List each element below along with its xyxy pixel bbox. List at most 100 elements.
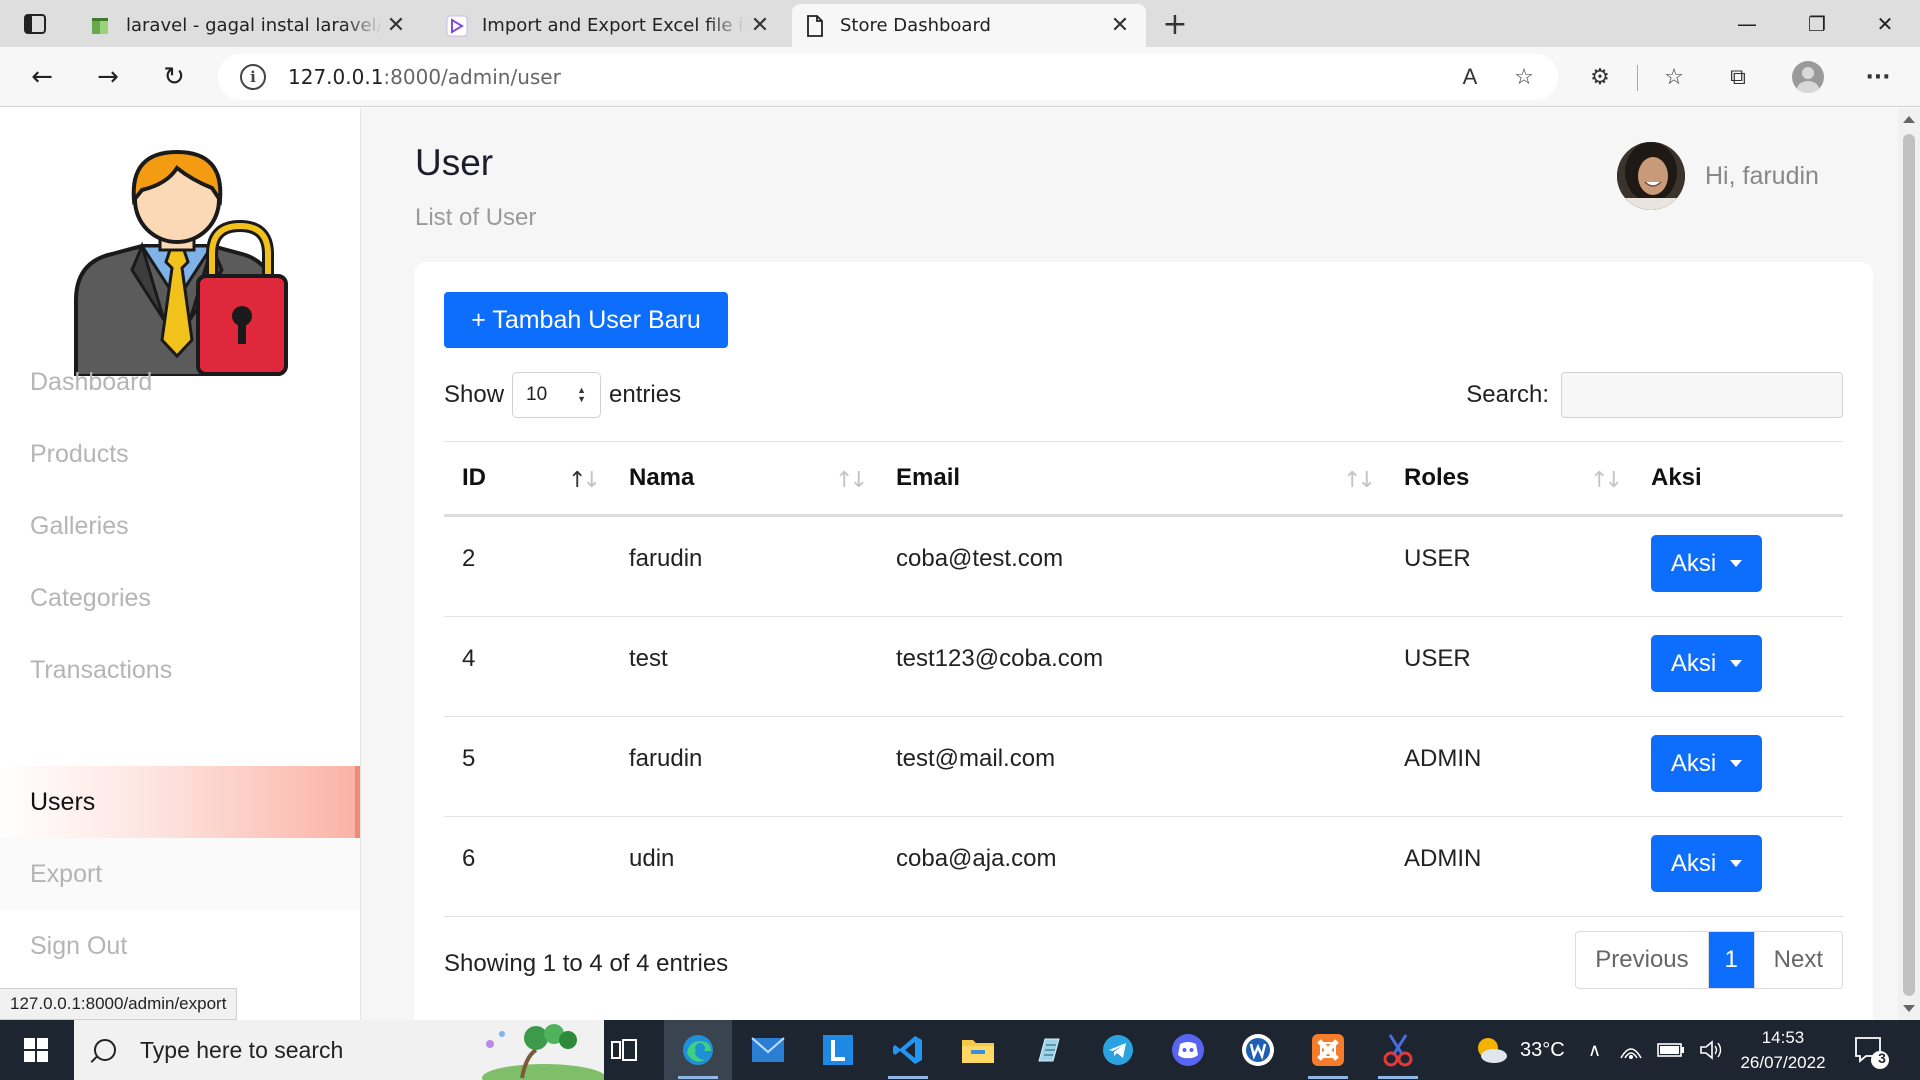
sidebar-item-galleries[interactable]: Galleries	[0, 490, 360, 562]
browser-tab-active[interactable]: Store Dashboard ✕	[792, 4, 1146, 47]
favorites-icon[interactable]: ☆	[1656, 59, 1692, 95]
aksi-label: Aksi	[1670, 649, 1717, 677]
volume-icon[interactable]	[1699, 1040, 1723, 1060]
entries-select[interactable]: 10 ▲ ▼	[512, 372, 602, 418]
url-text: 127.0.0.1:8000/admin/user	[288, 65, 561, 89]
sidebar-item-sign-out[interactable]: Sign Out	[0, 910, 360, 982]
cell-aksi: Aksi	[1633, 517, 1843, 616]
notification-count: 3	[1878, 1050, 1886, 1066]
column-header-label: Roles	[1404, 464, 1470, 491]
cell-id: 6	[462, 845, 476, 872]
maximize-button[interactable]: ❐	[1782, 0, 1852, 47]
settings-menu-icon[interactable]: ···	[1860, 59, 1896, 95]
sidebar-item-transactions[interactable]: Transactions	[0, 634, 360, 706]
sidebar-item-dashboard[interactable]: Dashboard	[0, 346, 360, 418]
cell-roles: USER	[1404, 545, 1471, 572]
tab-actions-icon[interactable]	[18, 10, 52, 38]
admin-lock-logo-icon	[72, 149, 290, 378]
taskbar-app-edge[interactable]	[664, 1020, 732, 1080]
aksi-dropdown-button[interactable]: Aksi	[1651, 835, 1762, 892]
profile-icon[interactable]	[1790, 59, 1826, 95]
start-button[interactable]	[0, 1020, 72, 1080]
close-window-button[interactable]: ✕	[1850, 0, 1920, 47]
sidebar-item-categories[interactable]: Categories	[0, 562, 360, 634]
caret-down-icon	[1730, 560, 1743, 567]
taskbar-app-telegram[interactable]	[1084, 1020, 1152, 1080]
minimize-button[interactable]: —	[1712, 0, 1782, 47]
tray-overflow-icon[interactable]: ∧	[1588, 1040, 1601, 1061]
column-header-id[interactable]: ID ↑↓	[444, 442, 611, 514]
taskbar-clock[interactable]: 14:53 26/07/2022	[1738, 1025, 1828, 1075]
notification-center-button[interactable]: 3	[1850, 1030, 1890, 1070]
pagination-page-current[interactable]: 1	[1708, 932, 1755, 988]
wifi-icon[interactable]	[1619, 1040, 1643, 1060]
pagination-next[interactable]: Next	[1755, 932, 1842, 988]
site-info-icon[interactable]: i	[240, 64, 266, 90]
cell-aksi: Aksi	[1633, 617, 1843, 716]
cell-roles: USER	[1404, 645, 1471, 672]
sidebar-item-users[interactable]: Users	[0, 766, 360, 838]
column-header-nama[interactable]: Nama ↑↓	[611, 442, 878, 514]
page-scrollbar[interactable]	[1898, 108, 1920, 1020]
battery-icon[interactable]	[1657, 1042, 1685, 1058]
add-user-button[interactable]: + Tambah User Baru	[444, 292, 728, 348]
system-tray: ∧	[1588, 1020, 1723, 1080]
weather-temperature: 33°C	[1520, 1038, 1565, 1061]
column-header-email[interactable]: Email ↑↓	[878, 442, 1386, 514]
url-field[interactable]: i 127.0.0.1:8000/admin/user	[218, 54, 1558, 100]
aksi-dropdown-button[interactable]: Aksi	[1651, 735, 1762, 792]
sidebar-item-export[interactable]: Export	[0, 838, 360, 910]
scroll-down-icon[interactable]	[1903, 1005, 1915, 1012]
collections-icon[interactable]: ⧉	[1720, 59, 1756, 95]
close-tab-icon[interactable]: ✕	[382, 12, 410, 40]
taskbar-app-snipping-tool[interactable]	[1364, 1020, 1432, 1080]
new-tab-button[interactable]: +	[1158, 7, 1192, 42]
extensions-icon[interactable]: ⚙	[1582, 59, 1618, 95]
sidebar-item-products[interactable]: Products	[0, 418, 360, 490]
back-button[interactable]: ←	[22, 57, 62, 97]
search-input[interactable]	[1561, 372, 1843, 418]
table-row: 6 udin coba@aja.com ADMIN Aksi	[444, 817, 1843, 917]
avatar	[1617, 142, 1685, 210]
forward-button[interactable]: →	[88, 57, 128, 97]
pagination-previous[interactable]: Previous	[1576, 932, 1709, 988]
task-view-button[interactable]	[590, 1020, 658, 1080]
cell-aksi: Aksi	[1633, 717, 1843, 816]
taskbar-app-l[interactable]	[804, 1020, 872, 1080]
url-path: :8000/admin/user	[383, 65, 561, 89]
close-tab-icon[interactable]: ✕	[1106, 12, 1134, 40]
weather-widget[interactable]: 33°C	[1474, 1020, 1565, 1080]
cell-id: 5	[462, 745, 476, 772]
taskbar-app-word[interactable]	[1224, 1020, 1292, 1080]
user-menu[interactable]: Hi, farudin	[1617, 142, 1819, 210]
scrollbar-thumb[interactable]	[1903, 134, 1915, 996]
browser-tab[interactable]: Import and Export Excel file in La ✕	[434, 4, 786, 47]
add-favorite-icon[interactable]: ☆	[1506, 59, 1542, 95]
taskbar-app-vscode[interactable]	[874, 1020, 942, 1080]
caret-down-icon	[1730, 860, 1743, 867]
close-tab-icon[interactable]: ✕	[746, 12, 774, 40]
aksi-dropdown-button[interactable]: Aksi	[1651, 635, 1762, 692]
entries-length-control: Show 10 ▲ ▼ entries	[444, 372, 681, 418]
taskbar-app-discord[interactable]	[1154, 1020, 1222, 1080]
cell-email: test123@coba.com	[896, 645, 1104, 672]
table-row: 2 farudin coba@test.com USER Aksi	[444, 517, 1843, 617]
tab-title: laravel - gagal instal laravel/ui di	[126, 15, 382, 36]
taskbar-app-file-explorer[interactable]	[944, 1020, 1012, 1080]
taskbar-app-xampp[interactable]	[1294, 1020, 1362, 1080]
taskbar-app-notepad[interactable]	[1014, 1020, 1082, 1080]
users-card: + Tambah User Baru Show 10 ▲ ▼ entries Se…	[414, 262, 1873, 1020]
tab-title: Import and Export Excel file in La	[482, 15, 746, 36]
search-icon	[94, 1039, 116, 1061]
taskbar-search-box[interactable]: Type here to search	[74, 1020, 604, 1080]
cell-roles: ADMIN	[1404, 745, 1482, 772]
browser-tab[interactable]: laravel - gagal instal laravel/ui di ✕	[78, 4, 422, 47]
column-header-roles[interactable]: Roles ↑↓	[1386, 442, 1633, 514]
scroll-up-icon[interactable]	[1903, 116, 1915, 123]
menu-glyph: ···	[1865, 64, 1891, 90]
taskbar-app-mail[interactable]	[734, 1020, 802, 1080]
reload-button[interactable]: ↻	[154, 57, 194, 97]
read-aloud-icon[interactable]: A	[1452, 59, 1488, 95]
aksi-label: Aksi	[1670, 549, 1717, 577]
aksi-dropdown-button[interactable]: Aksi	[1651, 535, 1762, 592]
